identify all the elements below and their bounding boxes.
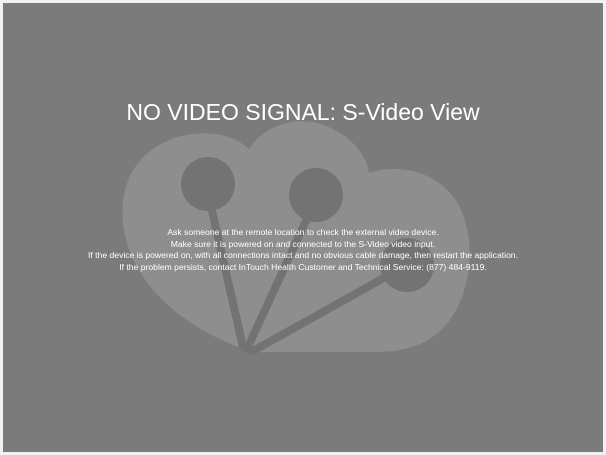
instruction-line: Ask someone at the remote location to ch… bbox=[167, 227, 439, 237]
instruction-line: If the problem persists, contact InTouch… bbox=[119, 261, 487, 272]
instruction-line: Make sure it is powered on and connected… bbox=[170, 238, 436, 249]
application-frame: NO VIDEO SIGNAL: S-Video View Ask someon… bbox=[0, 0, 606, 455]
no-video-signal-title: NO VIDEO SIGNAL: S-Video View bbox=[126, 99, 480, 125]
instruction-line: If the device is powered on, with all co… bbox=[88, 250, 518, 261]
video-view-panel: NO VIDEO SIGNAL: S-Video View Ask someon… bbox=[3, 3, 603, 452]
instructions-message: Ask someone at the remote location to ch… bbox=[3, 227, 603, 273]
